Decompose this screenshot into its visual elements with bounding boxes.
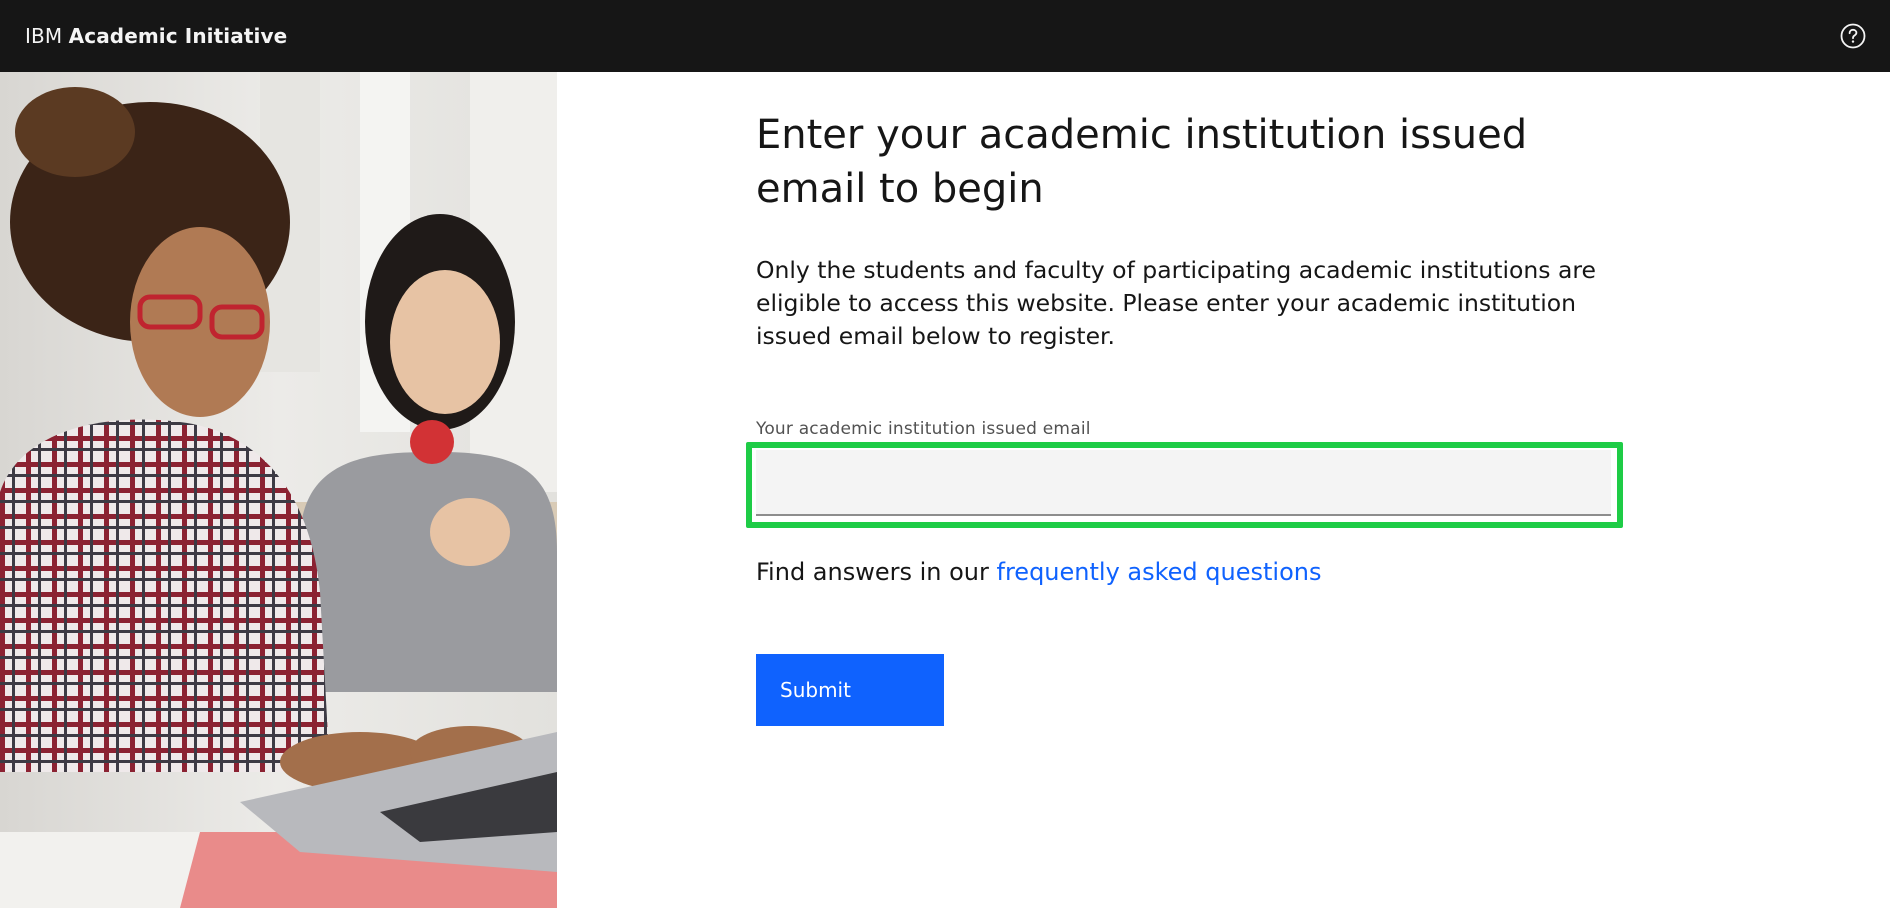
brand-logo[interactable]: IBM Academic Initiative xyxy=(25,24,287,48)
submit-button[interactable]: Submit xyxy=(756,654,944,726)
page-title: Enter your academic institution issued e… xyxy=(756,112,1528,212)
help-circle-icon xyxy=(1840,23,1866,49)
faq-prefix-text: Find answers in our xyxy=(756,558,997,586)
brand-product-name: Academic Initiative xyxy=(68,24,288,48)
students-at-laptop-photo xyxy=(0,72,557,908)
hero-illustration xyxy=(0,72,557,908)
brand-prefix: IBM xyxy=(25,24,63,48)
faq-link[interactable]: frequently asked questions xyxy=(997,558,1322,586)
top-navigation-bar: IBM Academic Initiative xyxy=(0,0,1890,72)
help-button[interactable] xyxy=(1838,21,1868,51)
eligibility-description: Only the students and faculty of partici… xyxy=(756,256,1596,350)
email-field-label: Your academic institution issued email xyxy=(756,419,1091,439)
faq-line: Find answers in our frequently asked que… xyxy=(756,556,1321,588)
email-field[interactable] xyxy=(756,450,1611,516)
